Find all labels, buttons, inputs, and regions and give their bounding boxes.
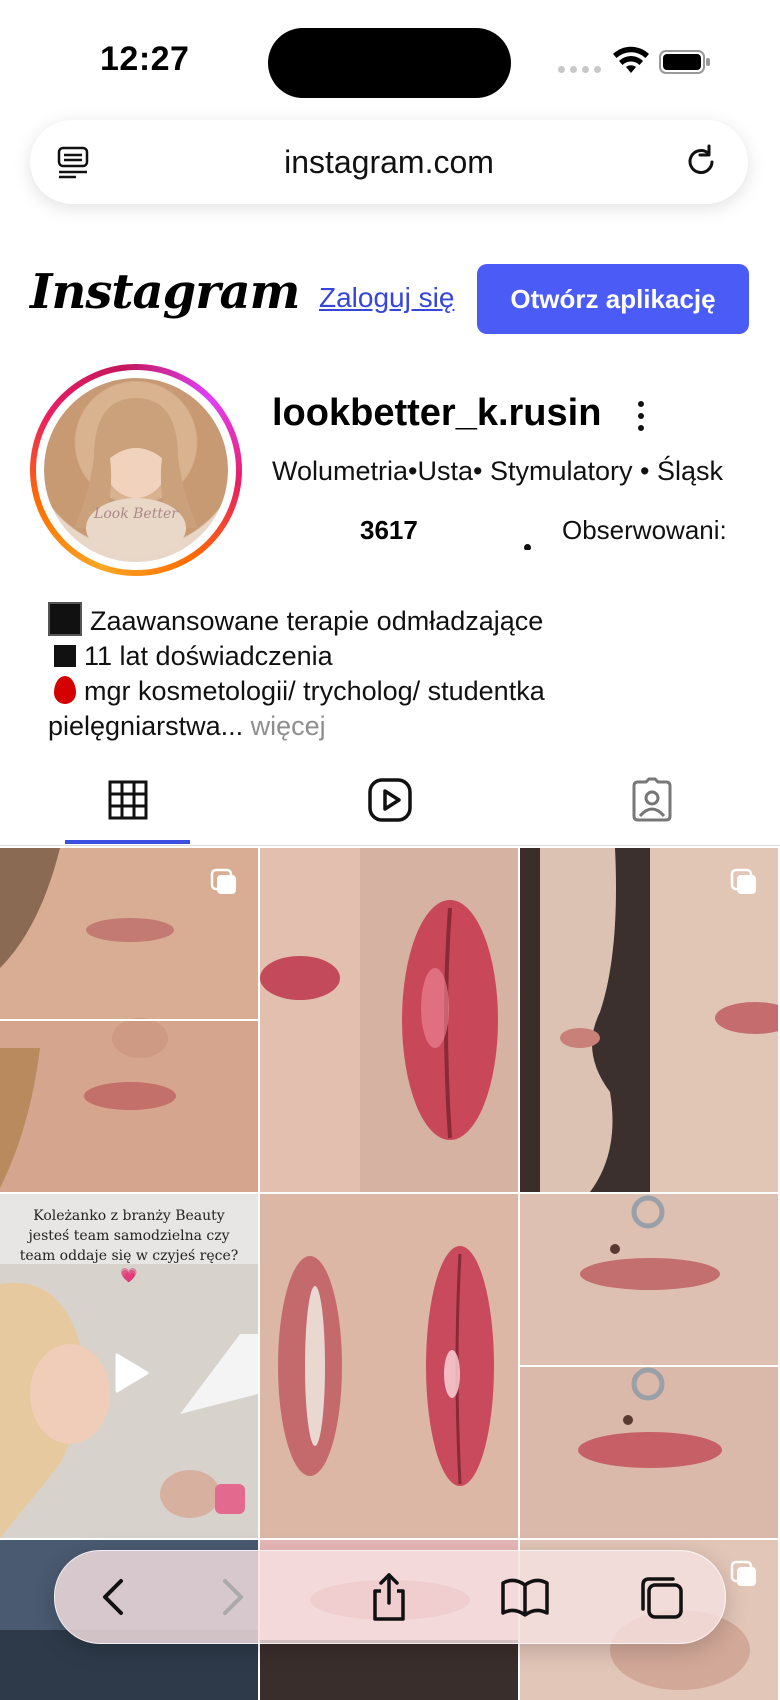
instagram-logo[interactable]: Instagram: [30, 264, 300, 320]
login-link[interactable]: Zaloguj się: [319, 282, 454, 314]
stats-clip: [272, 550, 762, 564]
profile-category-line: Wolumetria•Usta• Stymulatory • Śląsk: [272, 456, 723, 486]
profile-username: lookbetter_k.rusin: [272, 392, 602, 434]
bio-line-1: Zaawansowane terapie odmładzające: [48, 602, 545, 639]
svg-text:Look Better: Look Better: [93, 506, 179, 522]
address-bar[interactable]: instagram.com: [30, 120, 748, 204]
tabs-divider: [0, 845, 780, 846]
profile-bio: Zaawansowane terapie odmładzające 11 lat…: [48, 602, 545, 744]
carousel-icon: [730, 868, 756, 894]
post-tile[interactable]: [520, 1194, 778, 1538]
bio-line-2: 11 lat doświadczenia: [48, 639, 545, 674]
avatar[interactable]: Look Better: [30, 364, 242, 576]
post-tile[interactable]: Koleżanko z branży Beauty jesteś team sa…: [0, 1194, 258, 1538]
browser-toolbar: [54, 1550, 726, 1644]
grid-icon[interactable]: [104, 776, 152, 824]
bookmarks-icon[interactable]: [499, 1571, 551, 1623]
reload-icon[interactable]: [682, 142, 720, 180]
carousel-icon: [730, 1560, 756, 1586]
share-icon[interactable]: [363, 1571, 415, 1623]
tabs-icon[interactable]: [635, 1571, 687, 1623]
more-options-icon[interactable]: [634, 396, 648, 436]
dynamic-island: [268, 28, 511, 98]
more-link[interactable]: więcej: [251, 711, 326, 741]
post-tile[interactable]: [0, 848, 258, 1192]
battery-icon: [659, 50, 710, 74]
post-tile[interactable]: [260, 1194, 518, 1538]
blood-drop-emoji: [54, 676, 76, 704]
bio-line-4: pielęgniarstwa... więcej: [48, 711, 326, 741]
carousel-icon: [210, 868, 236, 894]
following-label[interactable]: Obserwowani:: [562, 515, 727, 546]
wifi-icon: [613, 46, 649, 73]
forward-icon[interactable]: [205, 1571, 257, 1623]
tagged-icon[interactable]: [628, 776, 676, 824]
cellular-signal-icon: [558, 66, 601, 73]
reels-icon[interactable]: [366, 776, 414, 824]
active-tab-indicator: [65, 840, 190, 844]
post-caption: Koleżanko z branży Beauty jesteś team sa…: [19, 1208, 239, 1284]
play-icon: [115, 1353, 149, 1393]
url-text[interactable]: instagram.com: [30, 144, 748, 181]
small-black-square-emoji: [54, 645, 76, 667]
status-time: 12:27: [100, 40, 190, 78]
back-icon[interactable]: [89, 1571, 141, 1623]
post-tile[interactable]: [520, 848, 778, 1192]
open-app-button[interactable]: Otwórz aplikację: [477, 264, 749, 334]
bio-line-3: mgr kosmetologii/ trycholog/ studentka: [48, 674, 545, 709]
post-tile[interactable]: [260, 848, 518, 1192]
black-square-emoji: [48, 602, 82, 636]
avatar-border: Look Better: [36, 370, 236, 570]
avatar-photo: Look Better: [44, 378, 228, 562]
posts-count: 3617: [360, 515, 418, 545]
